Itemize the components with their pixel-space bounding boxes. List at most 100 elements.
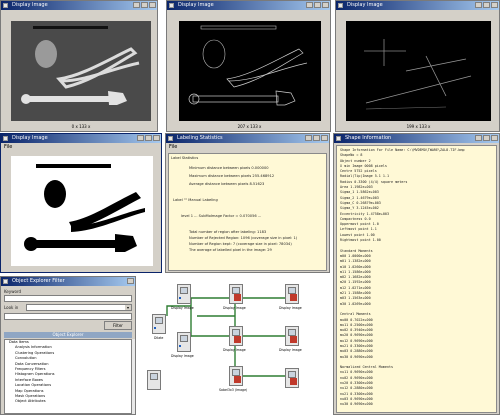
maximize-button[interactable]	[141, 2, 148, 8]
menu-bar[interactable]	[336, 10, 499, 18]
menu-file[interactable]: File	[169, 144, 177, 150]
status-text: 207 x 133 x	[237, 124, 262, 129]
flow-node-dilate[interactable]	[152, 314, 166, 334]
shape-text-pane[interactable]: Shape Information For File Name: C:\MVDE…	[336, 145, 497, 413]
close-button[interactable]	[127, 278, 134, 284]
minimize-button[interactable]	[133, 2, 140, 8]
menu-bar[interactable]: File	[166, 143, 329, 151]
menu-bar[interactable]	[1, 10, 157, 18]
minimize-button[interactable]	[475, 2, 482, 8]
minimize-button[interactable]	[305, 135, 312, 141]
status-text: 0 x 133 x	[71, 124, 91, 129]
flow-node-label: Dilate	[154, 336, 164, 340]
display-image-window-1[interactable]: Display Image 0 x 133 x	[0, 0, 158, 132]
window-title: Labeling Statistics	[177, 135, 223, 141]
close-button[interactable]	[149, 2, 156, 8]
labeling-statistics-window[interactable]: Labeling Statistics File Label Statistic…	[165, 133, 330, 273]
maximize-button[interactable]	[145, 135, 152, 141]
menu-bar[interactable]: File	[1, 143, 161, 151]
window-icon	[3, 279, 8, 284]
status-text: 199 x 133 x	[406, 124, 431, 129]
output-icon	[234, 294, 241, 301]
port-icon	[179, 345, 181, 347]
shape-information-window[interactable]: Shape Information Shape Information For …	[333, 133, 500, 415]
stat-line	[189, 206, 297, 214]
flow-node-display-image[interactable]	[229, 284, 243, 304]
display-image-window-4[interactable]: Display Image File	[0, 133, 162, 273]
window-title: Object Explorer Filter	[12, 278, 65, 284]
maximize-button[interactable]	[314, 2, 321, 8]
stat-line: Minimum distance between pixels 0.000000	[189, 166, 269, 170]
statistics-lines: Minimum distance between pixels 0.000000…	[173, 166, 297, 254]
output-icon	[290, 294, 297, 301]
monitor-icon	[232, 287, 240, 294]
stat-line	[189, 222, 297, 230]
keyword-input[interactable]	[4, 295, 132, 302]
title-bar[interactable]: Display Image	[1, 134, 161, 143]
output-icon	[234, 336, 241, 343]
close-button[interactable]	[321, 135, 328, 141]
maximize-button[interactable]	[483, 2, 490, 8]
flow-node-display-image[interactable]	[285, 284, 299, 304]
maximize-button[interactable]	[313, 135, 320, 141]
close-button[interactable]	[491, 2, 498, 8]
keyword-label: Keyword	[4, 289, 22, 294]
stat-line: The average of labelled pixel in the ima…	[189, 248, 272, 252]
title-bar[interactable]: Object Explorer Filter	[1, 277, 135, 286]
window-icon	[3, 136, 8, 141]
flow-node-display-image[interactable]	[177, 332, 191, 352]
close-button[interactable]	[322, 2, 329, 8]
options-row	[4, 313, 132, 320]
title-bar[interactable]: Display Image	[1, 1, 157, 10]
monitor-icon	[150, 373, 158, 380]
flow-node-display-image[interactable]	[177, 284, 191, 304]
maximize-button[interactable]	[483, 135, 490, 141]
display-image-window-3[interactable]: Display Image 199 x 133 x	[335, 0, 500, 132]
stat-line: Maximum distance between pixels 255.4689…	[189, 174, 275, 178]
image-canvas-grayscale	[11, 21, 151, 121]
title-bar[interactable]: Display Image	[167, 1, 330, 10]
window-icon	[336, 136, 341, 141]
window-title: Display Image	[347, 2, 383, 8]
window-icon	[168, 136, 173, 141]
minimize-button[interactable]	[137, 135, 144, 141]
lookin-label: Look in	[4, 305, 19, 310]
object-explorer-window[interactable]: Object Explorer Filter Keyword Look in ▾…	[0, 276, 136, 415]
port-icon	[154, 327, 156, 329]
minimize-button[interactable]	[306, 2, 313, 8]
explorer-tree[interactable]: Data Items Analysis Information Clusteri…	[4, 339, 132, 414]
close-button[interactable]	[153, 135, 160, 141]
image-canvas-lines	[346, 21, 491, 121]
window-title: Display Image	[12, 135, 48, 141]
line-image	[364, 39, 472, 110]
flow-workspace[interactable]: Display Image Dilate Display Image Displ…	[137, 276, 332, 415]
display-image-window-2[interactable]: Display Image 207 x 133 x	[166, 0, 331, 132]
flow-node-display-image[interactable]	[229, 326, 243, 346]
shape-lines: Shape Information For File Name: C:\MVDE…	[340, 148, 465, 408]
tree-item[interactable]: Object Attributes	[5, 399, 131, 404]
output-icon	[290, 336, 297, 343]
statistics-text-pane[interactable]: Label Statistics Minimum distance betwee…	[168, 153, 327, 271]
flow-node[interactable]	[147, 370, 161, 390]
flow-node[interactable]	[285, 368, 299, 388]
flow-node-sobel[interactable]	[229, 366, 243, 386]
filter-button[interactable]: Filter	[104, 321, 132, 330]
monitor-icon	[232, 369, 240, 376]
edge-image	[188, 25, 308, 106]
close-button[interactable]	[491, 135, 498, 141]
title-bar[interactable]: Labeling Statistics	[166, 134, 329, 143]
vertical-scrollbar[interactable]	[132, 339, 135, 414]
lookin-select[interactable]: ▾	[26, 304, 132, 311]
flow-node-label: Display Image	[279, 306, 302, 310]
chevron-down-icon[interactable]: ▾	[125, 305, 131, 310]
section-title: Label Statistics	[171, 156, 199, 160]
menu-file[interactable]: File	[4, 144, 12, 150]
title-bar[interactable]: Shape Information	[334, 134, 499, 143]
flow-node-display-image[interactable]	[285, 326, 299, 346]
image-canvas-edges	[179, 21, 321, 121]
menu-bar[interactable]	[167, 10, 330, 18]
window-title: Display Image	[12, 2, 48, 8]
port-icon	[179, 297, 181, 299]
minimize-button[interactable]	[475, 135, 482, 141]
title-bar[interactable]: Display Image	[336, 1, 499, 10]
